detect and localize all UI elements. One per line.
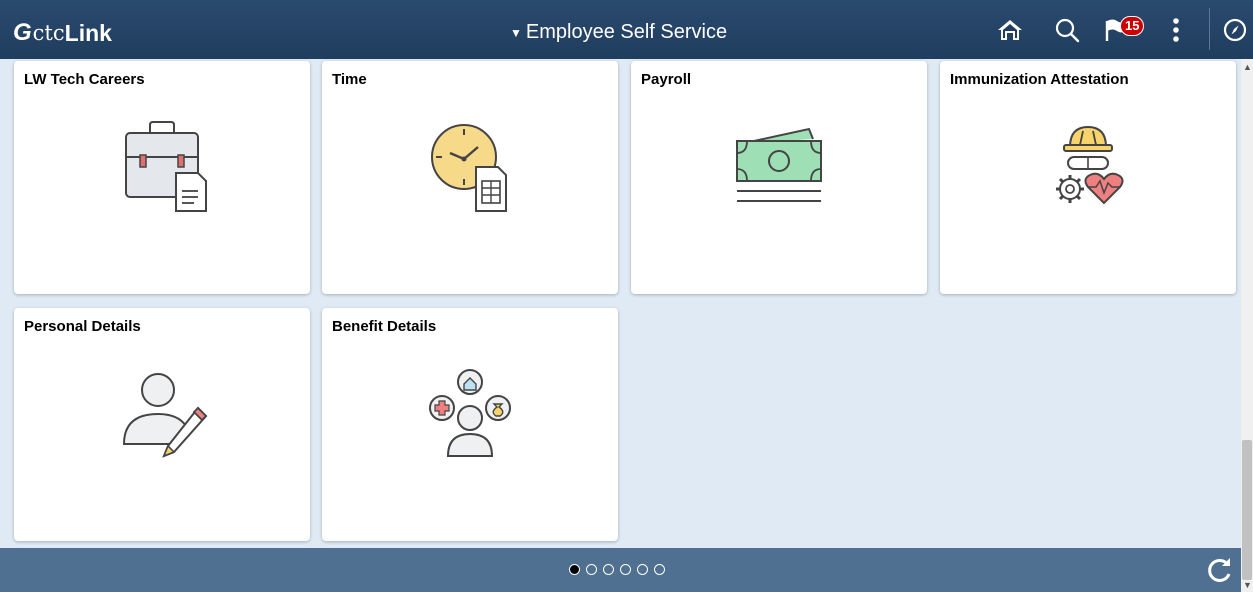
header-bar: G ctc Link ▼ Employee Self Service 15	[0, 0, 1253, 59]
caret-down-icon: ▼	[510, 25, 522, 40]
tile-title: Immunization Attestation	[950, 71, 1129, 88]
briefcase-document-icon	[14, 119, 310, 215]
ctclink-logo[interactable]: G ctc Link	[13, 19, 112, 47]
header-divider	[1209, 8, 1210, 50]
page-dot-1[interactable]	[569, 564, 580, 575]
logo-mark: G	[13, 19, 32, 46]
money-bill-icon	[631, 119, 927, 215]
refresh-icon[interactable]	[1206, 556, 1234, 589]
tile-time[interactable]: Time	[322, 61, 618, 294]
actions-menu-icon[interactable]	[1168, 17, 1184, 43]
page-indicator	[569, 564, 665, 575]
home-icon[interactable]	[996, 17, 1024, 43]
tile-lw-tech-careers[interactable]: LW Tech Careers	[14, 61, 310, 294]
page-dot-3[interactable]	[603, 564, 614, 575]
page-dot-4[interactable]	[620, 564, 631, 575]
page-dot-5[interactable]	[637, 564, 648, 575]
tile-title: Personal Details	[24, 318, 141, 335]
notification-count-badge: 15	[1120, 16, 1145, 36]
tile-payroll[interactable]: Payroll	[631, 61, 927, 294]
page-title: Employee Self Service	[525, 21, 728, 43]
footer-bar	[0, 548, 1241, 592]
scroll-up-arrow-icon[interactable]: ▲	[1243, 62, 1252, 72]
tile-title: Time	[332, 71, 367, 88]
search-icon[interactable]	[1052, 17, 1082, 43]
scrollbar-thumb[interactable]	[1242, 440, 1252, 580]
person-pencil-icon	[14, 366, 310, 462]
scroll-down-arrow-icon[interactable]: ▼	[1243, 580, 1252, 590]
navbar-compass-icon[interactable]	[1222, 17, 1248, 43]
tile-title: LW Tech Careers	[24, 71, 145, 88]
page-title-dropdown[interactable]: ▼ Employee Self Service	[510, 21, 727, 44]
tile-benefit-details[interactable]: Benefit Details	[322, 308, 618, 541]
tile-title: Benefit Details	[332, 318, 437, 335]
tile-personal-details[interactable]: Personal Details	[14, 308, 310, 541]
logo-link-text: Link	[64, 19, 112, 46]
tile-immunization-attestation[interactable]: Immunization Attestation	[940, 61, 1236, 294]
page-dot-6[interactable]	[654, 564, 665, 575]
clock-timesheet-icon	[322, 119, 618, 215]
logo-ctc-text: ctc	[32, 21, 65, 45]
page-dot-2[interactable]	[586, 564, 597, 575]
person-benefits-icon	[322, 366, 618, 462]
tile-title: Payroll	[641, 71, 692, 88]
hardhat-goggles-gear-heart-icon	[940, 119, 1236, 215]
